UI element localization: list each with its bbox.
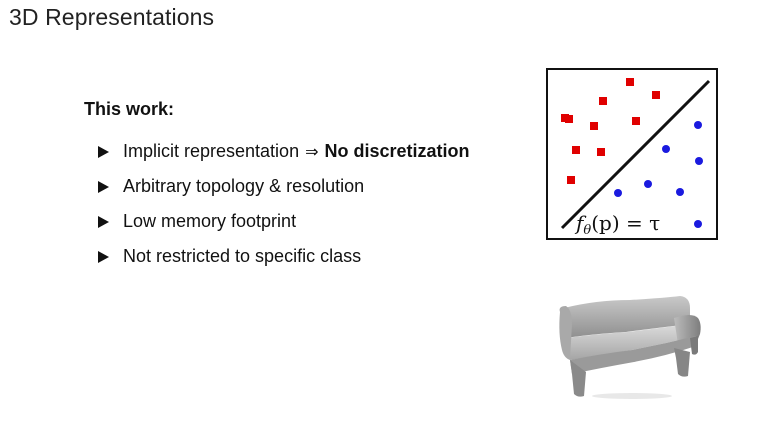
implicit-function-formula: fθ(p) = τ [574, 211, 660, 238]
inside-point [676, 188, 684, 196]
decision-boundary-svg: fθ(p) = τ [560, 78, 711, 238]
outside-point [632, 117, 640, 125]
outside-point [599, 97, 607, 105]
outside-point [567, 176, 575, 184]
triangle-right-icon [98, 145, 109, 158]
decision-boundary-diagram: fθ(p) = τ [546, 68, 718, 240]
outside-points [561, 78, 660, 184]
triangle-right-icon [98, 250, 109, 263]
outside-point [590, 122, 598, 130]
outside-point [652, 91, 660, 99]
bullet-bold-text: No discretization [324, 141, 470, 161]
formula-theta: θ [583, 223, 591, 238]
bullet-list: Implicit representation ⇒ No discretizat… [98, 134, 470, 274]
sofa-3d-render-icon [556, 294, 706, 405]
implies-arrow: ⇒ [305, 142, 319, 161]
outside-point [626, 78, 634, 86]
inside-point [694, 220, 702, 228]
bullet-text: Implicit representation [123, 141, 300, 161]
bullet-text: Low memory footprint [123, 211, 297, 231]
inside-point [614, 189, 622, 197]
bullet-item-memory: Low memory footprint [98, 204, 470, 239]
outside-point [561, 114, 569, 122]
bullet-item-topology: Arbitrary topology & resolution [98, 169, 470, 204]
bullet-text: Arbitrary topology & resolution [123, 176, 365, 196]
inside-point [662, 145, 670, 153]
triangle-right-icon [98, 180, 109, 193]
triangle-right-icon [98, 215, 109, 228]
formula-rest: (p) = τ [591, 211, 660, 235]
bullet-text: Not restricted to specific class [123, 246, 362, 266]
bullet-item-class: Not restricted to specific class [98, 239, 470, 274]
slide-title: 3D Representations [9, 4, 215, 30]
decision-boundary-line [560, 79, 711, 230]
work-heading: This work: [84, 99, 175, 119]
inside-point [695, 157, 703, 165]
inside-point [694, 121, 702, 129]
bullet-item-implicit: Implicit representation ⇒ No discretizat… [98, 134, 470, 169]
inside-point [644, 180, 652, 188]
outside-point [572, 146, 580, 154]
outside-point [597, 148, 605, 156]
